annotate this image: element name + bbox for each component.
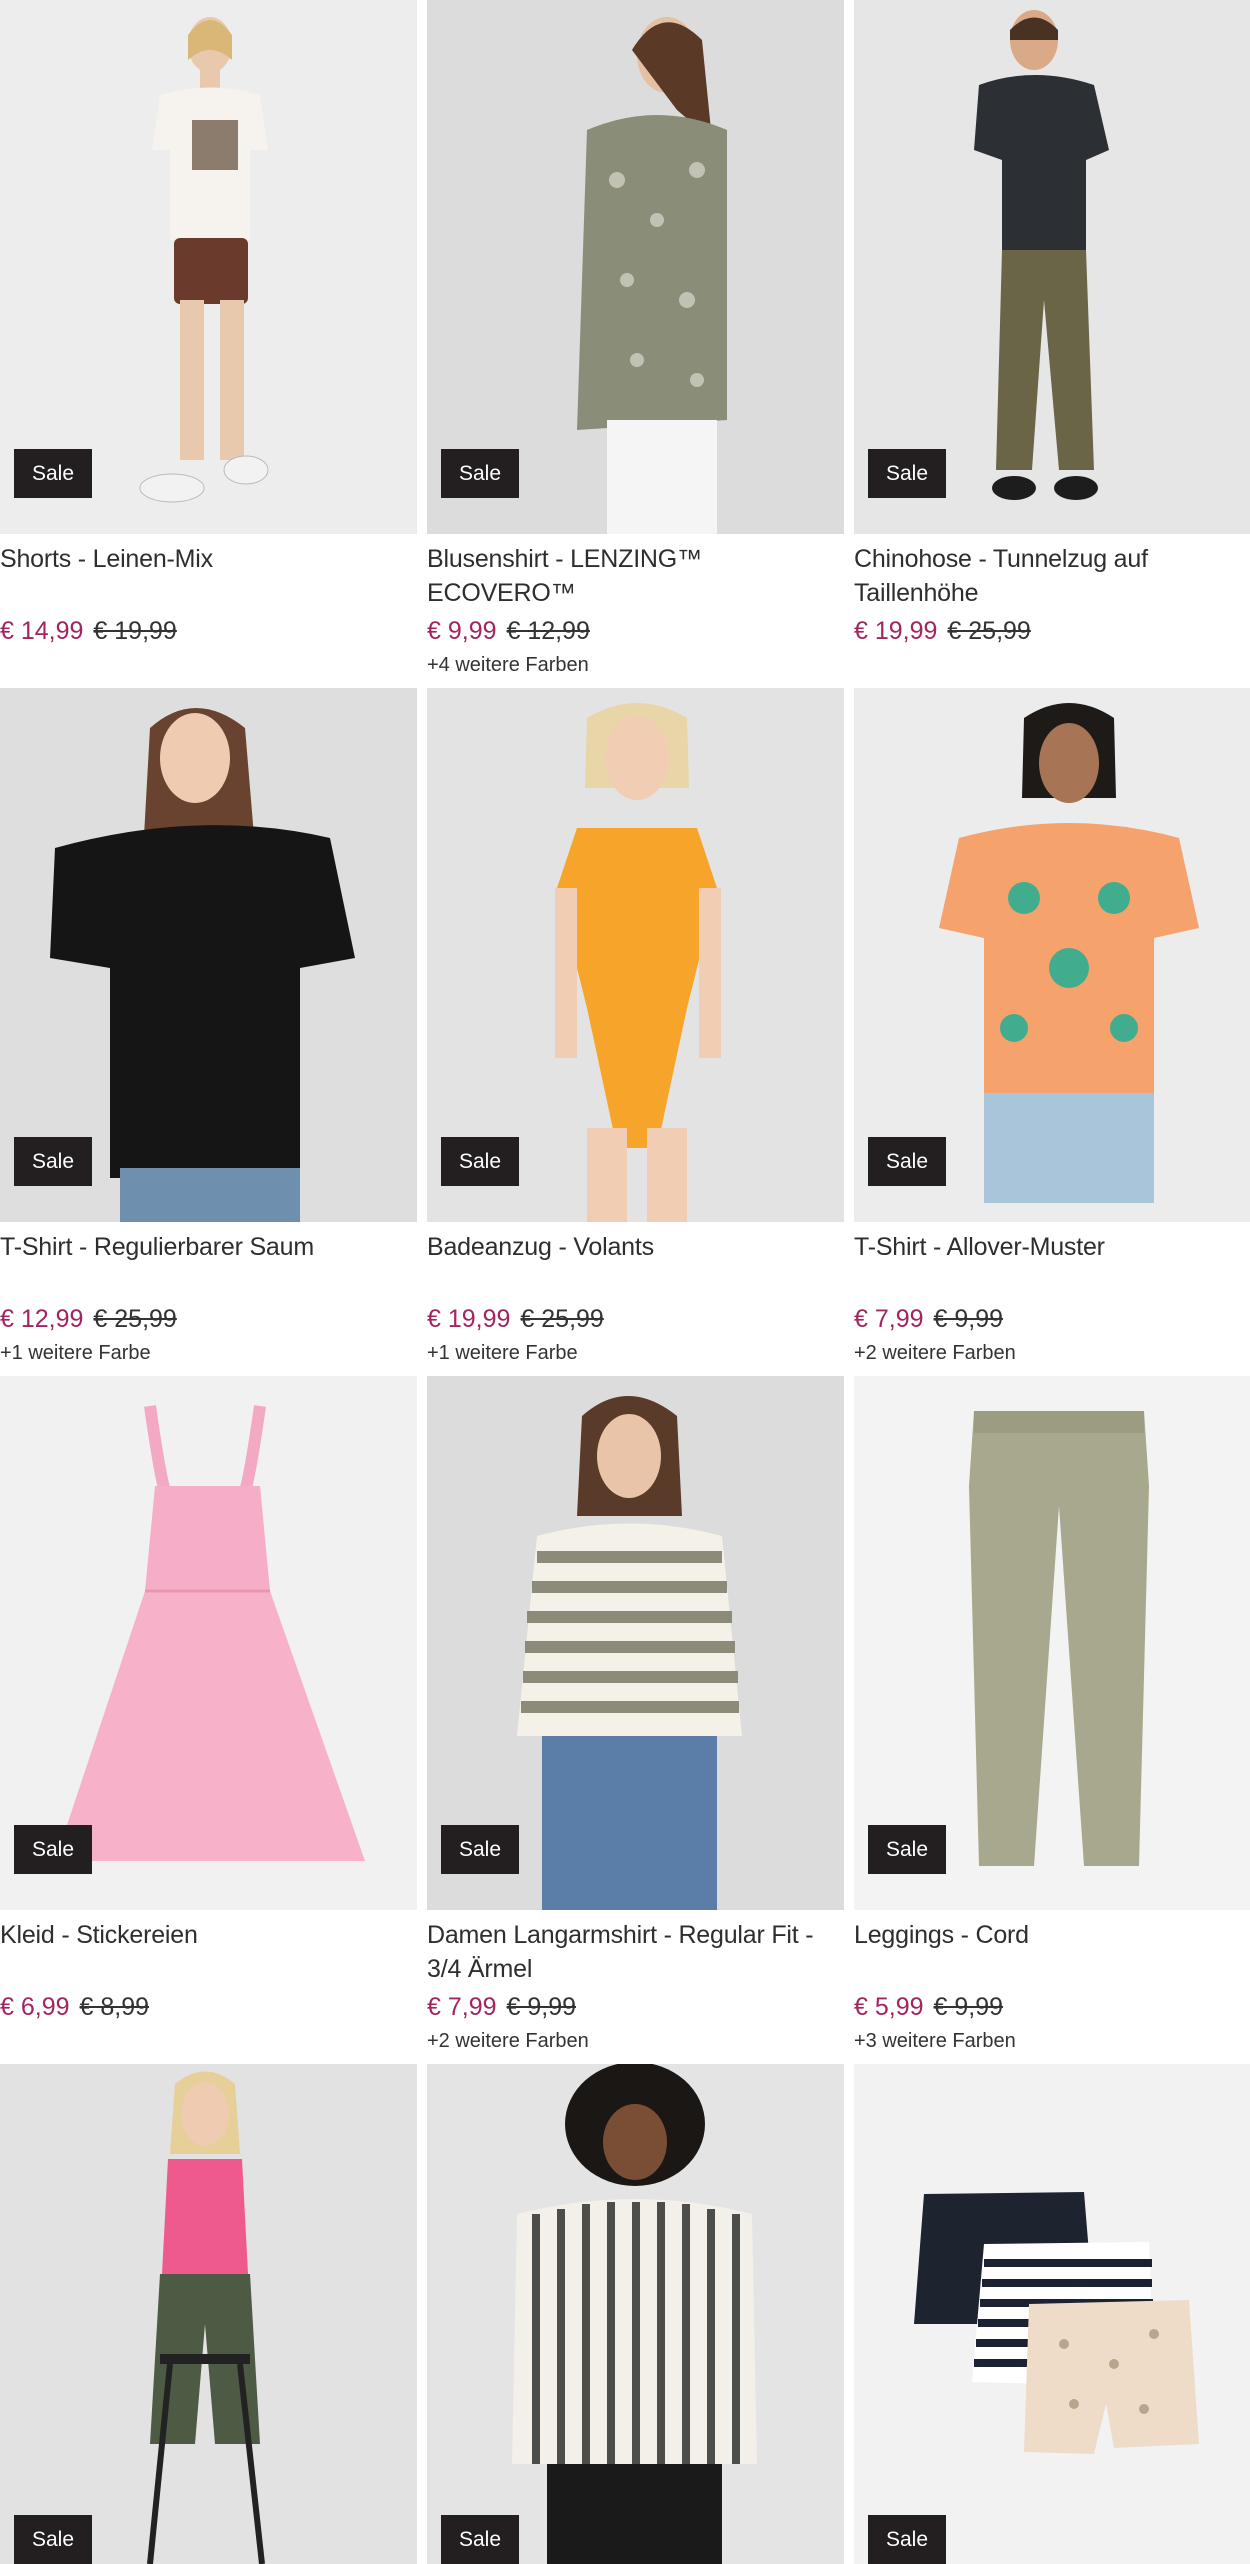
original-price: € 19,99	[93, 617, 177, 645]
product-title[interactable]: Damen Langarmshirt - Regular Fit - 3/4 Ä…	[427, 1918, 844, 1986]
product-image[interactable]: Sale	[0, 1376, 417, 1910]
product-card[interactable]: Sale Kleid - Stickereien € 6,99 € 8,99	[0, 1376, 417, 2064]
sale-badge: Sale	[14, 449, 93, 498]
sale-price: € 7,99	[854, 1305, 924, 1333]
sale-badge: Sale	[14, 2515, 93, 2564]
sale-badge: Sale	[441, 2515, 520, 2564]
product-image[interactable]: Sale	[854, 688, 1250, 1222]
sale-badge: Sale	[868, 1137, 947, 1186]
product-grid: Sale Shorts - Leinen-Mix € 14,99 € 19,99 …	[0, 0, 1250, 2564]
sale-price: € 6,99	[0, 1993, 70, 2021]
sale-badge: Sale	[868, 2515, 947, 2564]
sale-badge: Sale	[441, 1825, 520, 1874]
sale-badge: Sale	[441, 449, 520, 498]
model-striped-blouse-image	[427, 2064, 844, 2564]
product-card[interactable]: Sale	[427, 2064, 844, 2564]
product-title[interactable]: Chinohose - Tunnelzug auf Taillenhöhe	[854, 542, 1250, 610]
sale-price: € 12,99	[0, 1305, 84, 1333]
original-price: € 25,99	[520, 1305, 604, 1333]
sale-price: € 19,99	[854, 617, 938, 645]
product-card[interactable]: Sale Badeanzug - Volants € 19,99 € 25,99 …	[427, 688, 844, 1376]
sale-price: € 5,99	[854, 1993, 924, 2021]
product-image[interactable]: Sale	[854, 0, 1250, 534]
model-pink-top-image	[0, 2064, 417, 2564]
sale-price: € 14,99	[0, 617, 84, 645]
product-title[interactable]: Kleid - Stickereien	[0, 1918, 417, 1986]
product-image[interactable]: Sale	[427, 688, 844, 1222]
more-colors: +2 weitere Farben	[854, 1342, 1016, 1364]
product-card[interactable]: Sale Chinohose - Tunnelzug auf Taillenhö…	[854, 0, 1250, 688]
original-price: € 9,99	[933, 1993, 1004, 2021]
more-colors: +1 weitere Farbe	[427, 1342, 578, 1364]
more-colors: +3 weitere Farben	[854, 2030, 1016, 2052]
product-image[interactable]: Sale	[427, 2064, 844, 2564]
more-colors: +4 weitere Farben	[427, 654, 589, 676]
more-colors: +1 weitere Farbe	[0, 1342, 151, 1364]
original-price: € 12,99	[506, 617, 590, 645]
product-card[interactable]: Sale Damen Langarmshirt - Regular Fit - …	[427, 1376, 844, 2064]
product-image[interactable]: Sale	[0, 0, 417, 534]
sale-price: € 9,99	[427, 617, 497, 645]
original-price: € 9,99	[933, 1305, 1004, 1333]
shorts-set-image	[854, 2064, 1250, 2564]
sale-badge: Sale	[14, 1825, 93, 1874]
product-card[interactable]: Sale	[854, 2064, 1250, 2564]
product-card[interactable]: Sale T-Shirt - Allover-Muster € 7,99 € 9,…	[854, 688, 1250, 1376]
product-image[interactable]: Sale	[0, 688, 417, 1222]
sale-badge: Sale	[868, 449, 947, 498]
sale-price: € 19,99	[427, 1305, 511, 1333]
product-image[interactable]: Sale	[427, 1376, 844, 1910]
product-card[interactable]: Sale Shorts - Leinen-Mix € 14,99 € 19,99	[0, 0, 417, 688]
product-title[interactable]: T-Shirt - Allover-Muster	[854, 1230, 1250, 1298]
original-price: € 25,99	[947, 617, 1031, 645]
original-price: € 9,99	[506, 1993, 577, 2021]
more-colors: +2 weitere Farben	[427, 2030, 589, 2052]
original-price: € 8,99	[79, 1993, 150, 2021]
product-image[interactable]: Sale	[0, 2064, 417, 2564]
sale-badge: Sale	[868, 1825, 947, 1874]
product-title[interactable]: T-Shirt - Regulierbarer Saum	[0, 1230, 417, 1298]
product-card[interactable]: Sale Leggings - Cord € 5,99 € 9,99 +3 wei…	[854, 1376, 1250, 2064]
original-price: € 25,99	[93, 1305, 177, 1333]
product-image[interactable]: Sale	[854, 1376, 1250, 1910]
product-card[interactable]: Sale	[0, 2064, 417, 2564]
product-card[interactable]: Sale Blusenshirt - LENZING™ ECOVERO™ € 9…	[427, 0, 844, 688]
product-title[interactable]: Badeanzug - Volants	[427, 1230, 844, 1298]
sale-badge: Sale	[14, 1137, 93, 1186]
product-card[interactable]: Sale T-Shirt - Regulierbarer Saum € 12,9…	[0, 688, 417, 1376]
sale-price: € 7,99	[427, 1993, 497, 2021]
sale-badge: Sale	[441, 1137, 520, 1186]
product-title[interactable]: Blusenshirt - LENZING™ ECOVERO™	[427, 542, 844, 610]
product-title[interactable]: Shorts - Leinen-Mix	[0, 542, 417, 610]
product-title[interactable]: Leggings - Cord	[854, 1918, 1250, 1986]
product-image[interactable]: Sale	[427, 0, 844, 534]
product-image[interactable]: Sale	[854, 2064, 1250, 2564]
